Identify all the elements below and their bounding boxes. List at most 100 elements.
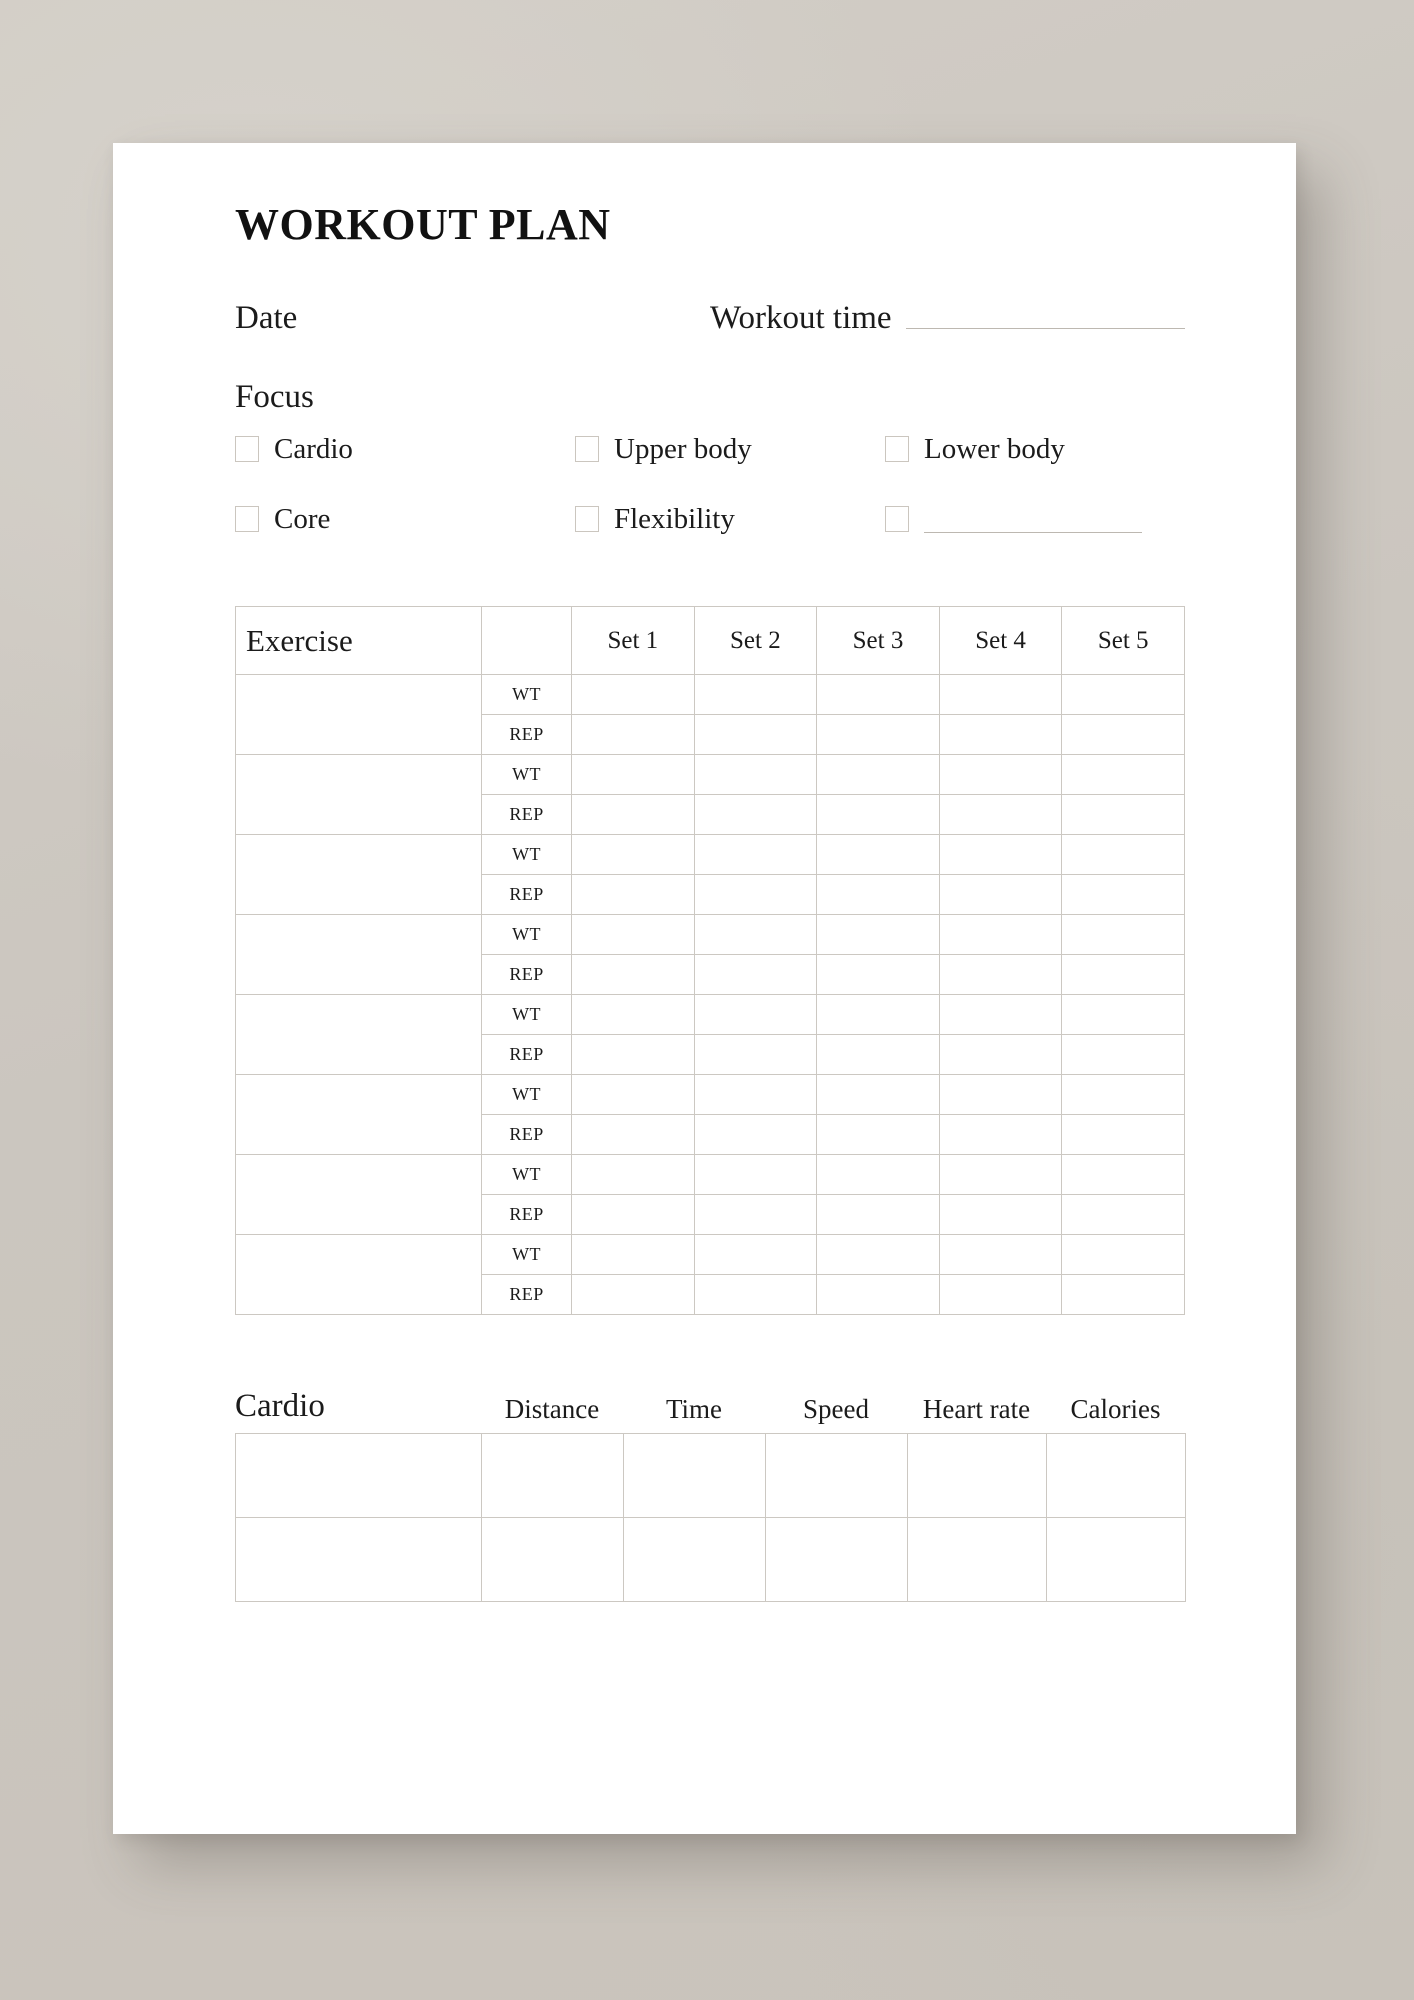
set-cell[interactable]: [816, 914, 940, 955]
set-cell[interactable]: [938, 954, 1063, 995]
cardio-cell-heart-rate[interactable]: [907, 1433, 1047, 1518]
set-cell[interactable]: [571, 834, 695, 875]
set-cell[interactable]: [571, 954, 695, 995]
set-cell[interactable]: [571, 714, 695, 755]
set-cell[interactable]: [571, 794, 695, 835]
set-cell[interactable]: [938, 1034, 1063, 1075]
set-cell[interactable]: [938, 914, 1063, 955]
set-cell[interactable]: [1061, 914, 1185, 955]
set-cell[interactable]: [938, 794, 1063, 835]
set-cell[interactable]: [816, 1074, 940, 1115]
set-cell[interactable]: [816, 1234, 940, 1275]
set-cell[interactable]: [693, 1234, 818, 1275]
set-cell[interactable]: [1061, 874, 1185, 915]
set-cell[interactable]: [571, 1074, 695, 1115]
set-cell[interactable]: [693, 914, 818, 955]
checkbox-icon[interactable]: [575, 506, 599, 532]
cardio-cell-distance[interactable]: [481, 1433, 624, 1518]
cardio-cell-time[interactable]: [623, 1517, 766, 1602]
set-cell[interactable]: [693, 994, 818, 1035]
set-cell[interactable]: [693, 1034, 818, 1075]
set-cell[interactable]: [816, 1274, 940, 1315]
set-cell[interactable]: [1061, 754, 1185, 795]
set-cell[interactable]: [1061, 1114, 1185, 1155]
set-cell[interactable]: [693, 874, 818, 915]
set-cell[interactable]: [571, 914, 695, 955]
focus-option-cardio[interactable]: Cardio: [235, 432, 575, 466]
set-cell[interactable]: [938, 1114, 1063, 1155]
checkbox-icon[interactable]: [235, 506, 259, 532]
checkbox-icon[interactable]: [885, 436, 909, 462]
set-cell[interactable]: [1061, 994, 1185, 1035]
checkbox-icon[interactable]: [575, 436, 599, 462]
workout-time-input-line[interactable]: [905, 328, 1185, 329]
focus-option-upper-body[interactable]: Upper body: [575, 432, 885, 466]
set-cell[interactable]: [571, 874, 695, 915]
set-cell[interactable]: [571, 1234, 695, 1275]
set-cell[interactable]: [693, 674, 818, 715]
set-cell[interactable]: [816, 834, 940, 875]
set-cell[interactable]: [816, 674, 940, 715]
set-cell[interactable]: [571, 994, 695, 1035]
cardio-cell-distance[interactable]: [481, 1517, 624, 1602]
set-cell[interactable]: [693, 834, 818, 875]
exercise-name-cell[interactable]: [235, 1074, 482, 1155]
set-cell[interactable]: [938, 1074, 1063, 1115]
set-cell[interactable]: [693, 954, 818, 995]
set-cell[interactable]: [571, 674, 695, 715]
set-cell[interactable]: [1061, 1074, 1185, 1115]
set-cell[interactable]: [693, 1074, 818, 1115]
set-cell[interactable]: [816, 1114, 940, 1155]
cardio-cell-calories[interactable]: [1046, 1517, 1186, 1602]
set-cell[interactable]: [938, 714, 1063, 755]
cardio-name-cell[interactable]: [235, 1517, 482, 1602]
set-cell[interactable]: [816, 1154, 940, 1195]
set-cell[interactable]: [938, 994, 1063, 1035]
set-cell[interactable]: [1061, 1234, 1185, 1275]
set-cell[interactable]: [938, 754, 1063, 795]
set-cell[interactable]: [816, 954, 940, 995]
focus-option-lower-body[interactable]: Lower body: [885, 432, 1185, 466]
set-cell[interactable]: [816, 794, 940, 835]
set-cell[interactable]: [571, 754, 695, 795]
set-cell[interactable]: [938, 874, 1063, 915]
cardio-cell-heart-rate[interactable]: [907, 1517, 1047, 1602]
set-cell[interactable]: [816, 1194, 940, 1235]
set-cell[interactable]: [1061, 794, 1185, 835]
set-cell[interactable]: [571, 1114, 695, 1155]
set-cell[interactable]: [1061, 1034, 1185, 1075]
checkbox-icon[interactable]: [235, 436, 259, 462]
set-cell[interactable]: [938, 1194, 1063, 1235]
set-cell[interactable]: [816, 714, 940, 755]
checkbox-icon[interactable]: [885, 506, 909, 532]
set-cell[interactable]: [1061, 1154, 1185, 1195]
focus-option-core[interactable]: Core: [235, 502, 575, 536]
set-cell[interactable]: [1061, 714, 1185, 755]
set-cell[interactable]: [693, 794, 818, 835]
focus-option-flexibility[interactable]: Flexibility: [575, 502, 885, 536]
set-cell[interactable]: [693, 754, 818, 795]
set-cell[interactable]: [1061, 1274, 1185, 1315]
set-cell[interactable]: [816, 994, 940, 1035]
cardio-cell-time[interactable]: [623, 1433, 766, 1518]
set-cell[interactable]: [571, 1274, 695, 1315]
set-cell[interactable]: [693, 1194, 818, 1235]
cardio-name-cell[interactable]: [235, 1433, 482, 1518]
focus-custom-input-line[interactable]: [924, 532, 1142, 533]
set-cell[interactable]: [1061, 834, 1185, 875]
set-cell[interactable]: [938, 1154, 1063, 1195]
set-cell[interactable]: [938, 674, 1063, 715]
set-cell[interactable]: [938, 1274, 1063, 1315]
exercise-name-cell[interactable]: [235, 754, 482, 835]
exercise-name-cell[interactable]: [235, 834, 482, 915]
exercise-name-cell[interactable]: [235, 994, 482, 1075]
set-cell[interactable]: [938, 1234, 1063, 1275]
set-cell[interactable]: [1061, 954, 1185, 995]
set-cell[interactable]: [1061, 1194, 1185, 1235]
set-cell[interactable]: [693, 1114, 818, 1155]
focus-option-custom[interactable]: [885, 502, 1185, 536]
set-cell[interactable]: [816, 874, 940, 915]
set-cell[interactable]: [816, 754, 940, 795]
set-cell[interactable]: [1061, 674, 1185, 715]
exercise-name-cell[interactable]: [235, 914, 482, 995]
